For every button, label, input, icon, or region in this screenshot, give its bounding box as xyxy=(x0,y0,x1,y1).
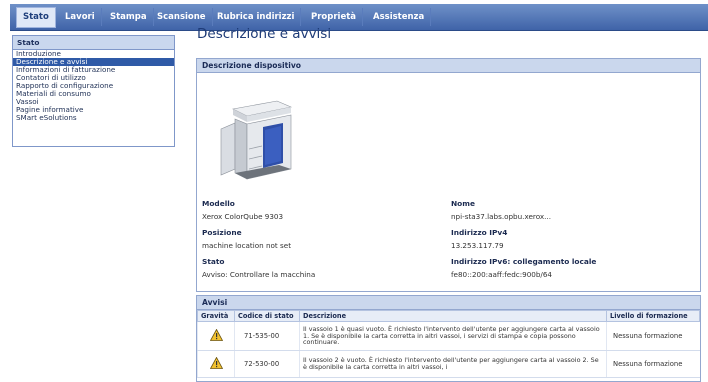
posizione-value: machine location not set xyxy=(202,241,292,250)
device-panel-title: Descrizione dispositivo xyxy=(197,59,700,73)
ipv6-label: Indirizzo IPv6: collegamento locale xyxy=(451,257,597,266)
table-row: 72-530-00 Il vassoio 2 è vuoto. È richie… xyxy=(197,350,700,378)
alert-description: Il vassoio 2 è vuoto. È richiesto l'inte… xyxy=(299,350,607,378)
alerts-panel-title: Avvisi xyxy=(197,296,700,310)
modello-value: Xerox ColorQube 9303 xyxy=(202,212,284,221)
column-header-codice-stato[interactable]: Codice di stato xyxy=(234,310,300,322)
sidebar-title: Stato xyxy=(13,36,174,50)
nome-label: Nome xyxy=(451,199,475,208)
tab-stampa[interactable]: Stampa xyxy=(104,8,154,26)
alert-description: Il vassoio 1 è quasi vuoto. È richiesto … xyxy=(299,321,607,351)
column-header-descrizione[interactable]: Descrizione xyxy=(299,310,607,322)
ipv4-value: 13.253.117.79 xyxy=(451,241,504,250)
alerts-table: Gravità Codice di stato Descrizione Live… xyxy=(197,310,700,378)
tab-lavori[interactable]: Lavori xyxy=(59,8,102,26)
page-title: Descrizione e avvisi xyxy=(197,26,332,42)
posizione-label: Posizione xyxy=(202,228,242,237)
status-code: 71-535-00 xyxy=(234,321,300,351)
column-header-gravita[interactable]: Gravità xyxy=(197,310,235,322)
tab-stato[interactable]: Stato xyxy=(16,7,56,28)
top-navigation: Stato Lavori Stampa Scansione Rubrica in… xyxy=(10,4,708,31)
warning-icon xyxy=(209,328,223,341)
column-header-livello-formazione[interactable]: Livello di formazione xyxy=(606,310,700,322)
tab-assistenza[interactable]: Assistenza xyxy=(367,8,432,26)
severity-cell xyxy=(197,321,235,351)
training-level: Nessuna formazione xyxy=(606,350,700,378)
severity-cell xyxy=(197,350,235,378)
ipv4-label: Indirizzo IPv4 xyxy=(451,228,508,237)
alerts-panel: Avvisi Gravità Codice di stato Descrizio… xyxy=(196,295,701,382)
ipv6-value: fe80::200:aaff:fedc:900b/64 xyxy=(451,270,553,279)
nome-value: npi-sta37.labs.opbu.xerox... xyxy=(451,212,551,221)
sidebar: Stato Introduzione Descrizione e avvisi … xyxy=(12,35,175,147)
modello-label: Modello xyxy=(202,199,235,208)
tab-proprieta[interactable]: Proprietà xyxy=(305,8,364,26)
table-row: 71-535-00 Il vassoio 1 è quasi vuoto. È … xyxy=(197,321,700,351)
tab-scansione[interactable]: Scansione xyxy=(151,8,213,26)
status-code: 72-530-00 xyxy=(234,350,300,378)
sidebar-item-smart-esolutions[interactable]: SMart eSolutions xyxy=(13,114,174,122)
stato-value: Avviso: Controllare la macchina xyxy=(202,270,316,279)
printer-image xyxy=(219,89,299,184)
tab-rubrica-indirizzi[interactable]: Rubrica indirizzi xyxy=(211,8,302,26)
stato-label: Stato xyxy=(202,257,225,266)
training-level: Nessuna formazione xyxy=(606,321,700,351)
warning-icon xyxy=(209,356,223,369)
device-description-panel: Descrizione dispositivo Modello Xerox Co… xyxy=(196,58,701,292)
